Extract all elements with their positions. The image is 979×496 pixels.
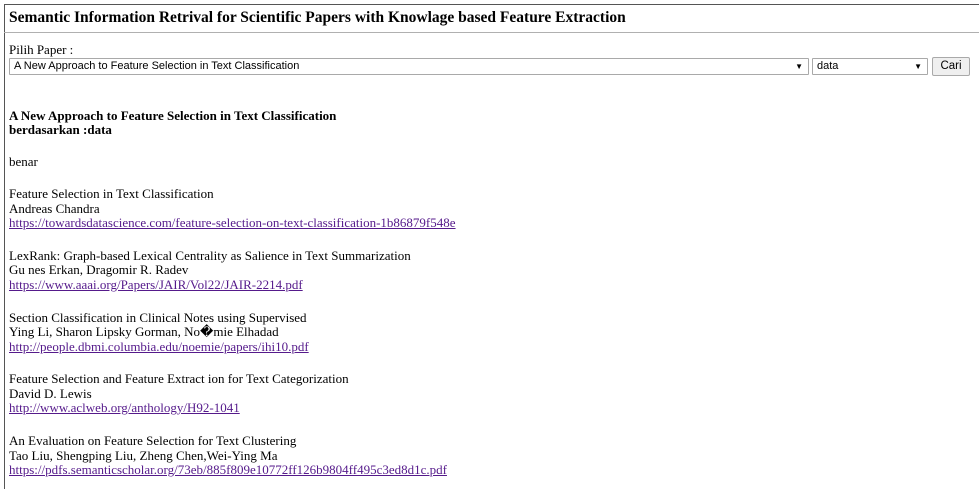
- reference-title: Feature Selection in Text Classification: [9, 186, 214, 201]
- reference-title: An Evaluation on Feature Selection for T…: [9, 433, 297, 448]
- paper-select-value: A New Approach to Feature Selection in T…: [14, 60, 300, 72]
- reference-authors: Andreas Chandra: [9, 200, 100, 216]
- keyword-select[interactable]: data ▼: [812, 58, 928, 75]
- chevron-down-icon: ▼: [914, 62, 922, 71]
- reference-list: Feature Selection in Text Classification…: [9, 186, 456, 496]
- result-answer: benar: [9, 154, 38, 169]
- reference-link[interactable]: https://www.aaai.org/Papers/JAIR/Vol22/J…: [9, 277, 456, 293]
- reference-title: Feature Selection and Feature Extract io…: [9, 371, 349, 387]
- keyword-select-value: data: [817, 60, 839, 72]
- reference-link[interactable]: https://towardsdatascience.com/feature-s…: [9, 215, 456, 231]
- result-basis: berdasarkan :data: [9, 123, 112, 137]
- result-basis-value: data: [87, 122, 112, 137]
- page-title: Semantic Information Retrival for Scient…: [9, 9, 626, 26]
- list-item: An Evaluation on Feature Selection for T…: [9, 433, 456, 496]
- reference-authors: Tao Liu, Shengping Liu, Zheng Chen,Wei-Y…: [9, 447, 278, 463]
- chevron-down-icon: ▼: [795, 62, 803, 71]
- reference-link[interactable]: http://www.aclweb.org/anthology/H92-1041: [9, 401, 456, 416]
- list-item: Section Classification in Clinical Notes…: [9, 309, 456, 373]
- list-item: Feature Selection and Feature Extract io…: [9, 372, 456, 434]
- paper-select[interactable]: A New Approach to Feature Selection in T…: [9, 58, 809, 75]
- reference-link[interactable]: http://people.dbmi.columbia.edu/noemie/p…: [9, 339, 456, 355]
- list-item: LexRank: Graph-based Lexical Centrality …: [9, 247, 456, 311]
- header-divider: [4, 32, 979, 33]
- search-button[interactable]: Cari: [932, 57, 970, 76]
- reference-link[interactable]: https://pdfs.semanticscholar.org/73eb/88…: [9, 462, 456, 478]
- result-basis-label: berdasarkan :: [9, 122, 88, 137]
- reference-title: Section Classification in Clinical Notes…: [9, 309, 307, 325]
- paper-select-label: Pilih Paper :: [9, 42, 74, 57]
- result-title: A New Approach to Feature Selection in T…: [9, 108, 337, 123]
- reference-authors: Gu nes Erkan, Dragomir R. Radev: [9, 262, 189, 278]
- reference-title: LexRank: Graph-based Lexical Centrality …: [9, 247, 411, 263]
- reference-authors: David D. Lewis: [9, 385, 92, 401]
- list-item: Feature Selection in Text Classification…: [9, 186, 456, 249]
- reference-authors: Ying Li, Sharon Lipsky Gorman, No�mie El…: [9, 324, 279, 339]
